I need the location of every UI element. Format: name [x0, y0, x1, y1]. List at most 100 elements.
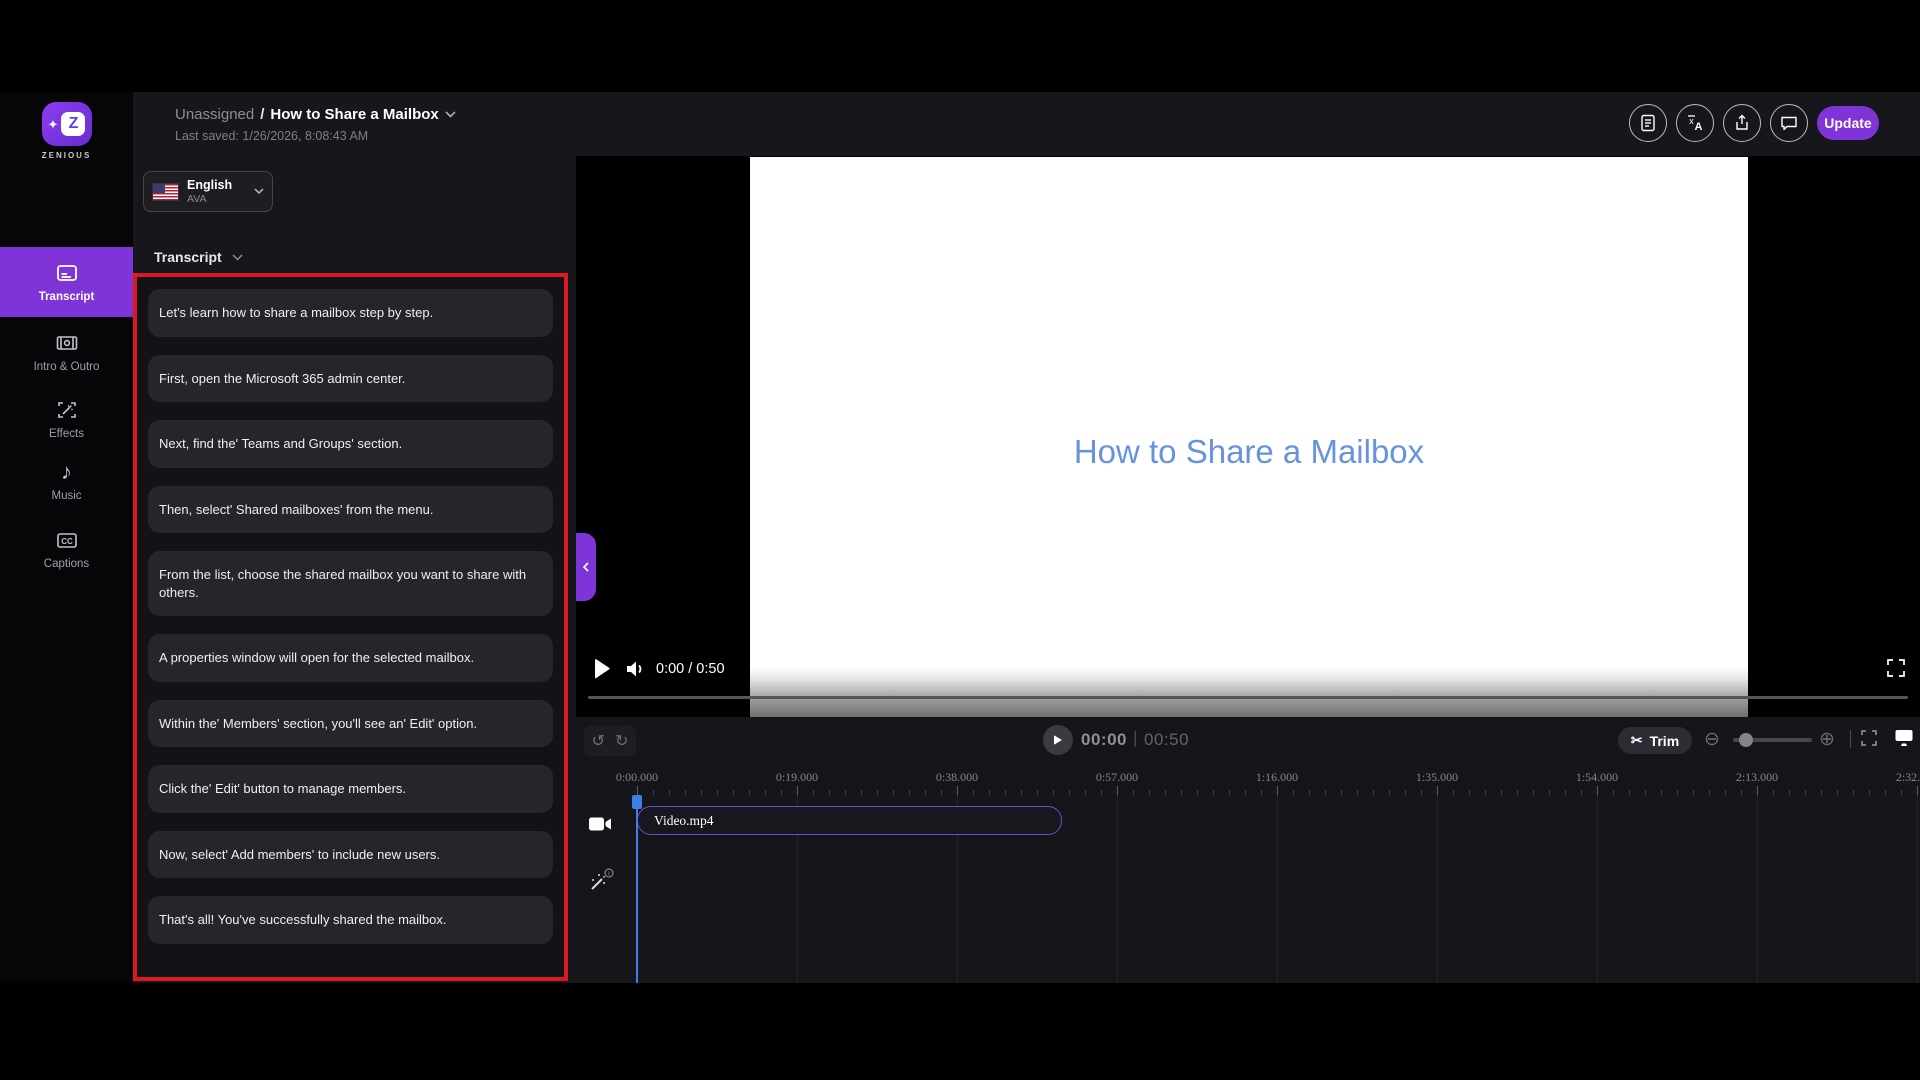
sidebar-item-label: Transcript [39, 291, 95, 303]
ruler-time-label: 0:38.000 [936, 770, 978, 785]
comment-button[interactable] [1770, 104, 1808, 142]
translate-button[interactable]: x A [1676, 104, 1714, 142]
panel-collapse-handle[interactable] [576, 533, 596, 601]
ruler-tick [637, 786, 638, 795]
timeline-ruler[interactable]: 0:00.0000:19.0000:38.0000:57.0001:16.000… [576, 767, 1920, 795]
ruler-tick [1277, 786, 1278, 795]
transcript-line[interactable]: Within the' Members' section, you'll see… [148, 700, 553, 748]
zenious-logo-icon: ✦ Z [42, 102, 92, 146]
zoom-slider-thumb[interactable] [1739, 733, 1753, 747]
zoom-in-button[interactable]: ⊕ [1819, 728, 1835, 752]
sidebar-item-captions[interactable]: CC Captions [0, 528, 133, 570]
monitor-icon [1894, 728, 1914, 747]
chevron-down-icon [232, 254, 243, 261]
transcript-line[interactable]: Click the' Edit' button to manage member… [148, 765, 553, 813]
sidebar-item-label: Music [51, 490, 81, 502]
sidebar-item-effects[interactable]: Effects [0, 398, 133, 440]
transcript-line[interactable]: From the list, choose the shared mailbox… [148, 551, 553, 616]
fit-timeline-button[interactable] [1860, 729, 1878, 747]
trim-button[interactable]: ✂ Trim [1618, 727, 1692, 754]
intro-outro-icon [55, 331, 79, 355]
slide-title: How to Share a Mailbox [750, 433, 1748, 471]
play-icon [588, 656, 614, 682]
zoom-out-button[interactable]: ⊖ [1704, 728, 1720, 752]
transcript-section-title: Transcript [154, 249, 222, 265]
effects-wand-icon [55, 398, 79, 422]
fullscreen-button[interactable] [1886, 658, 1906, 678]
language-selector[interactable]: English AVA [143, 171, 273, 212]
svg-text:x: x [1689, 116, 1694, 126]
timeline-total-time: 00:50 [1144, 730, 1189, 750]
export-share-icon [1734, 114, 1750, 132]
chevron-down-icon [254, 188, 264, 195]
sidebar-item-label: Effects [49, 428, 84, 440]
player-time: 0:00 / 0:50 [656, 661, 725, 677]
play-button[interactable] [588, 656, 614, 682]
time-separator: | [1133, 728, 1137, 748]
magic-track-button[interactable]: i [588, 867, 614, 893]
playhead-line[interactable] [636, 795, 638, 983]
language-voice: AVA [187, 193, 246, 206]
video-frame-slide: How to Share a Mailbox [750, 157, 1748, 717]
transcript-lines-highlighted: Let's learn how to share a mailbox step … [133, 273, 568, 981]
transcript-icon [55, 261, 79, 285]
us-flag-icon [152, 183, 179, 201]
player-scrubber[interactable] [588, 696, 1908, 699]
ruler-time-label: 2:32.000 [1896, 770, 1920, 785]
zoom-slider[interactable] [1733, 738, 1812, 742]
trim-label: Trim [1650, 733, 1680, 749]
video-track-button[interactable] [588, 815, 612, 833]
chevron-down-icon [445, 111, 456, 118]
track-gridline [1917, 795, 1918, 983]
video-camera-icon [588, 815, 612, 833]
transcript-line[interactable]: A properties window will open for the se… [148, 634, 553, 682]
transcript-line[interactable]: Then, select' Shared mailboxes' from the… [148, 486, 553, 534]
sidebar-item-transcript[interactable]: Transcript [0, 247, 133, 317]
magic-wand-icon: i [588, 867, 614, 893]
breadcrumb-title: How to Share a Mailbox [270, 106, 438, 123]
svg-text:i: i [608, 870, 609, 877]
svg-text:CC: CC [61, 537, 73, 546]
ruler-tick [957, 786, 958, 795]
transcript-line[interactable]: Now, select' Add members' to include new… [148, 831, 553, 879]
brand-name: ZENIOUS [0, 151, 133, 160]
app-logo[interactable]: ✦ Z ZENIOUS [0, 102, 133, 160]
breadcrumb[interactable]: Unassigned / How to Share a Mailbox [175, 106, 456, 123]
track-gridline [1117, 795, 1118, 983]
sparkle-icon: ✦ [48, 118, 59, 131]
sidebar-item-label: Captions [44, 558, 89, 570]
timeline-clip-video[interactable]: Video.mp4 [637, 806, 1062, 835]
transcript-line[interactable]: That's all! You've successfully shared t… [148, 896, 553, 944]
monitor-view-button[interactable] [1894, 728, 1914, 747]
track-gridline [1437, 795, 1438, 983]
redo-icon[interactable]: ↻ [615, 731, 628, 751]
volume-button[interactable] [624, 658, 646, 680]
ruler-tick [1597, 786, 1598, 795]
sidebar: ✦ Z ZENIOUS Transcript Intro & Outro [0, 92, 133, 983]
transcript-panel: English AVA Transcript Let's learn how t… [133, 156, 576, 983]
update-button[interactable]: Update [1817, 106, 1879, 140]
sidebar-item-music[interactable]: ♪ Music [0, 460, 133, 502]
ruler-tick [1757, 786, 1758, 795]
export-button[interactable] [1723, 104, 1761, 142]
transcript-section-header[interactable]: Transcript [154, 249, 243, 265]
document-icon [1640, 114, 1656, 132]
document-button[interactable] [1629, 104, 1667, 142]
undo-icon[interactable]: ↺ [592, 731, 605, 751]
fit-corners-icon [1860, 729, 1878, 747]
track-gridline [1757, 795, 1758, 983]
language-name: English [187, 178, 246, 193]
ruler-tick [1437, 786, 1438, 795]
sidebar-item-label: Intro & Outro [34, 361, 100, 373]
undo-redo-group: ↺ ↻ [584, 726, 636, 756]
sidebar-item-intro-outro[interactable]: Intro & Outro [0, 331, 133, 373]
transcript-line[interactable]: Let's learn how to share a mailbox step … [148, 289, 553, 337]
last-saved-text: Last saved: 1/26/2026, 8:08:43 AM [175, 129, 368, 143]
timeline-play-button[interactable] [1043, 725, 1073, 755]
translate-icon: x A [1686, 114, 1704, 132]
playhead-handle[interactable] [632, 795, 642, 809]
transcript-line[interactable]: First, open the Microsoft 365 admin cent… [148, 355, 553, 403]
transcript-line[interactable]: Next, find the' Teams and Groups' sectio… [148, 420, 553, 468]
ruler-time-label: 0:57.000 [1096, 770, 1138, 785]
timeline-tracks: i Video.mp4 [576, 795, 1920, 983]
